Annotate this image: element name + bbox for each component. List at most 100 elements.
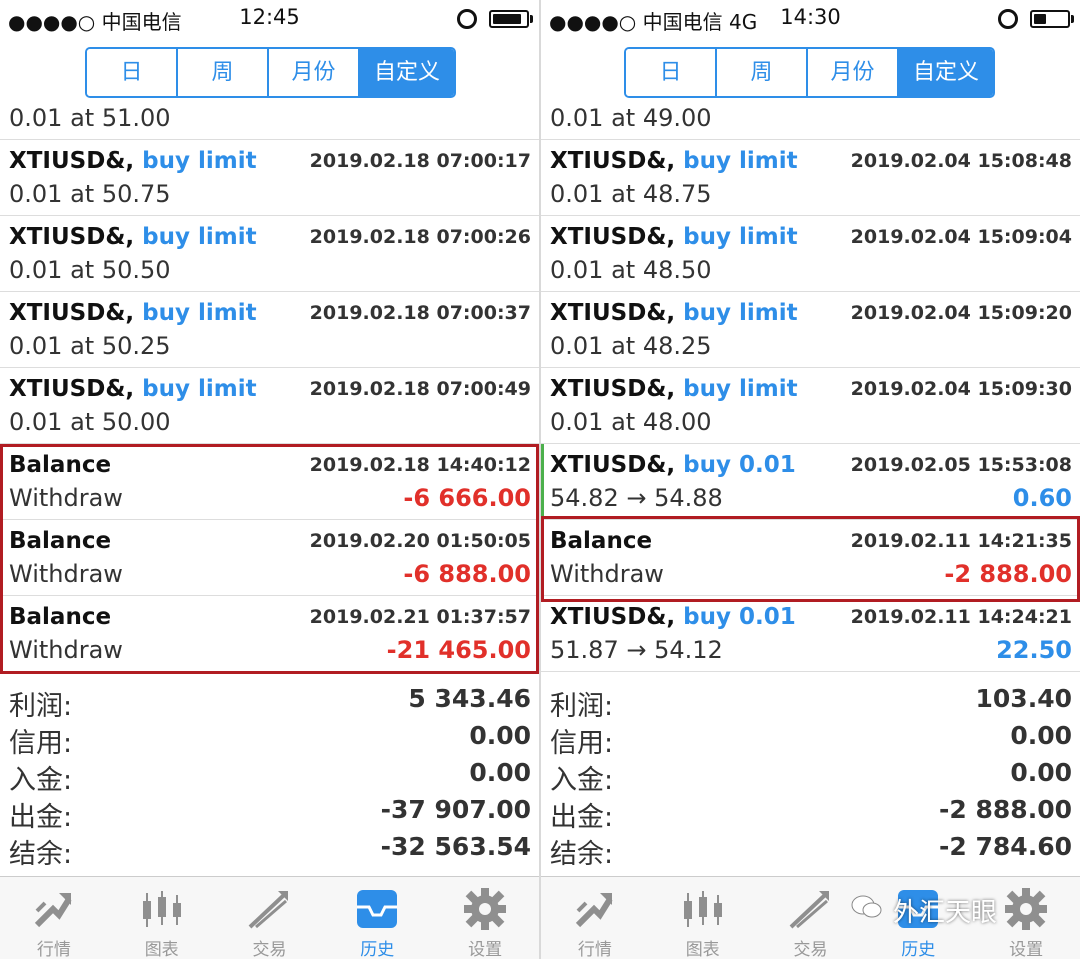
order-time: 2019.02.18 14:40:12 — [309, 454, 531, 476]
order-detail: Withdraw — [9, 560, 123, 588]
order-time: 2019.02.20 01:50:05 — [309, 530, 531, 552]
order-detail: Withdraw — [9, 484, 123, 512]
summary-label: 入金: — [9, 765, 73, 796]
symbol-text: XTIUSD&, — [9, 224, 135, 250]
list-item[interactable]: XTIUSD&, buy limit 2019.02.04 15:09:20 0… — [541, 292, 1080, 368]
summary-label: 入金: — [550, 765, 614, 796]
segment-month[interactable]: 月份 — [269, 49, 360, 96]
order-time: 2019.02.18 07:00:26 — [309, 226, 531, 248]
tab-history[interactable]: 历史 — [323, 877, 431, 959]
summary-value: 103.40 — [975, 684, 1072, 713]
order-type: buy limit — [142, 224, 257, 250]
order-time: 2019.02.04 15:09:30 — [850, 378, 1072, 400]
segment-week[interactable]: 周 — [178, 49, 269, 96]
tab-label: 交易 — [793, 940, 828, 959]
symbol-text: XTIUSD&, — [9, 148, 135, 174]
tab-label: 交易 — [252, 940, 287, 959]
watermark-text: 外汇天眼 — [893, 898, 998, 928]
list-item[interactable]: XTIUSD&, buy limit 2019.02.18 07:00:26 0… — [0, 216, 539, 292]
segment-custom[interactable]: 自定义 — [899, 49, 993, 96]
order-detail: 0.01 at 49.00 — [550, 104, 712, 132]
order-type: buy 0.01 — [683, 604, 796, 630]
order-type: buy limit — [683, 376, 798, 402]
list-item[interactable]: XTIUSD&, buy limit 2019.02.18 07:00:37 0… — [0, 292, 539, 368]
order-detail: 0.01 at 48.50 — [550, 256, 712, 284]
order-type: buy limit — [683, 148, 798, 174]
list-item[interactable]: 0.01 at 49.00 — [541, 104, 1080, 140]
summary-value: 5 343.46 — [408, 684, 531, 713]
tab-label: 设置 — [468, 940, 503, 959]
right-screen: ●●●●○ 中国电信 4G 14:30 日 周 月份 自定义 0.01 at 4… — [541, 0, 1080, 959]
list-item[interactable]: Balance 2019.02.21 01:37:57 Withdraw -21… — [0, 596, 539, 672]
tab-trade[interactable]: 交易 — [757, 877, 865, 959]
screenshot-pair: ●●●●○ 中国电信 12:45 日 周 月份 自定义 0.01 at 51.0… — [0, 0, 1080, 959]
list-item[interactable]: Balance 2019.02.11 14:21:35 Withdraw -2 … — [541, 520, 1080, 596]
summary-row: 结余: -2 784.60 — [541, 830, 1080, 870]
summary-label: 结余: — [9, 839, 73, 870]
settings-icon — [464, 888, 507, 930]
history-list: 0.01 at 51.00 XTIUSD&, buy limit 2019.02… — [0, 104, 539, 672]
summary-row: 结余: -32 563.54 — [0, 830, 539, 870]
alarm-icon — [998, 9, 1018, 29]
order-type: buy limit — [683, 224, 798, 250]
order-type: buy limit — [683, 300, 798, 326]
list-item[interactable]: XTIUSD&, buy limit 2019.02.18 07:00:17 0… — [0, 140, 539, 216]
quotes-icon — [575, 893, 613, 928]
list-item[interactable]: XTIUSD&, buy limit 2019.02.18 07:00:49 0… — [0, 368, 539, 444]
order-detail: 0.01 at 48.00 — [550, 408, 712, 436]
segment-week[interactable]: 周 — [717, 49, 808, 96]
tab-trade[interactable]: 交易 — [216, 877, 324, 959]
list-item[interactable]: XTIUSD&, buy limit 2019.02.04 15:08:48 0… — [541, 140, 1080, 216]
tab-chart[interactable]: 图表 — [108, 877, 216, 959]
order-time: 2019.02.18 07:00:37 — [309, 302, 531, 324]
order-detail: 0.01 at 51.00 — [9, 104, 171, 132]
summary-row: 入金: 0.00 — [541, 756, 1080, 796]
symbol-text: XTIUSD&, — [550, 300, 676, 326]
tab-quotes[interactable]: 行情 — [541, 877, 649, 959]
order-amount: 22.50 — [996, 636, 1072, 664]
order-symbol: XTIUSD&, buy limit — [9, 300, 257, 326]
order-symbol: XTIUSD&, buy limit — [550, 300, 798, 326]
list-item[interactable]: XTIUSD&, buy limit 2019.02.04 15:09:04 0… — [541, 216, 1080, 292]
order-time: 2019.02.04 15:09:20 — [850, 302, 1072, 324]
tab-chart[interactable]: 图表 — [649, 877, 757, 959]
summary-value: -32 563.54 — [380, 832, 531, 861]
open-position-marker — [541, 444, 544, 520]
tab-settings[interactable]: 设置 — [431, 877, 539, 959]
order-detail: 0.01 at 50.25 — [9, 332, 171, 360]
summary-row: 出金: -2 888.00 — [541, 793, 1080, 833]
summary-row: 信用: 0.00 — [0, 719, 539, 759]
tab-label: 历史 — [360, 940, 395, 959]
status-bar: ●●●●○ 中国电信 4G 14:30 — [541, 0, 1080, 36]
order-symbol: XTIUSD&, buy limit — [550, 148, 798, 174]
segment-custom[interactable]: 自定义 — [360, 49, 454, 96]
order-symbol: XTIUSD&, buy limit — [9, 148, 257, 174]
summary-row: 信用: 0.00 — [541, 719, 1080, 759]
list-item[interactable]: 0.01 at 51.00 — [0, 104, 539, 140]
segment-day[interactable]: 日 — [87, 49, 178, 96]
chart-icon — [683, 891, 722, 927]
left-screen: ●●●●○ 中国电信 12:45 日 周 月份 自定义 0.01 at 51.0… — [0, 0, 539, 959]
tab-quotes[interactable]: 行情 — [0, 877, 108, 959]
summary-value: -37 907.00 — [380, 795, 531, 824]
symbol-text: XTIUSD&, — [550, 604, 676, 630]
segment-month[interactable]: 月份 — [808, 49, 899, 96]
summary-value: -2 888.00 — [939, 795, 1072, 824]
list-item[interactable]: XTIUSD&, buy limit 2019.02.04 15:09:30 0… — [541, 368, 1080, 444]
list-item[interactable]: XTIUSD&, buy 0.01 2019.02.11 14:24:21 51… — [541, 596, 1080, 672]
summary-value: 0.00 — [1010, 758, 1072, 787]
order-type: buy 0.01 — [683, 452, 796, 478]
summary-row: 入金: 0.00 — [0, 756, 539, 796]
tab-bar: 行情 图表 交易 历史 设置 — [541, 876, 1080, 959]
segment-day[interactable]: 日 — [626, 49, 717, 96]
order-detail: 0.01 at 48.75 — [550, 180, 712, 208]
summary-label: 出金: — [9, 802, 73, 833]
account-summary: 利润: 5 343.46 信用: 0.00 入金: 0.00 出金: -37 907.0… — [0, 682, 539, 870]
list-item[interactable]: Balance 2019.02.18 14:40:12 Withdraw -6 … — [0, 444, 539, 520]
order-symbol: XTIUSD&, buy 0.01 — [550, 452, 796, 478]
trade-icon — [790, 891, 830, 929]
symbol-text: XTIUSD&, — [550, 452, 676, 478]
order-detail: 0.01 at 48.25 — [550, 332, 712, 360]
list-item[interactable]: Balance 2019.02.20 01:50:05 Withdraw -6 … — [0, 520, 539, 596]
list-item[interactable]: XTIUSD&, buy 0.01 2019.02.05 15:53:08 54… — [541, 444, 1080, 520]
